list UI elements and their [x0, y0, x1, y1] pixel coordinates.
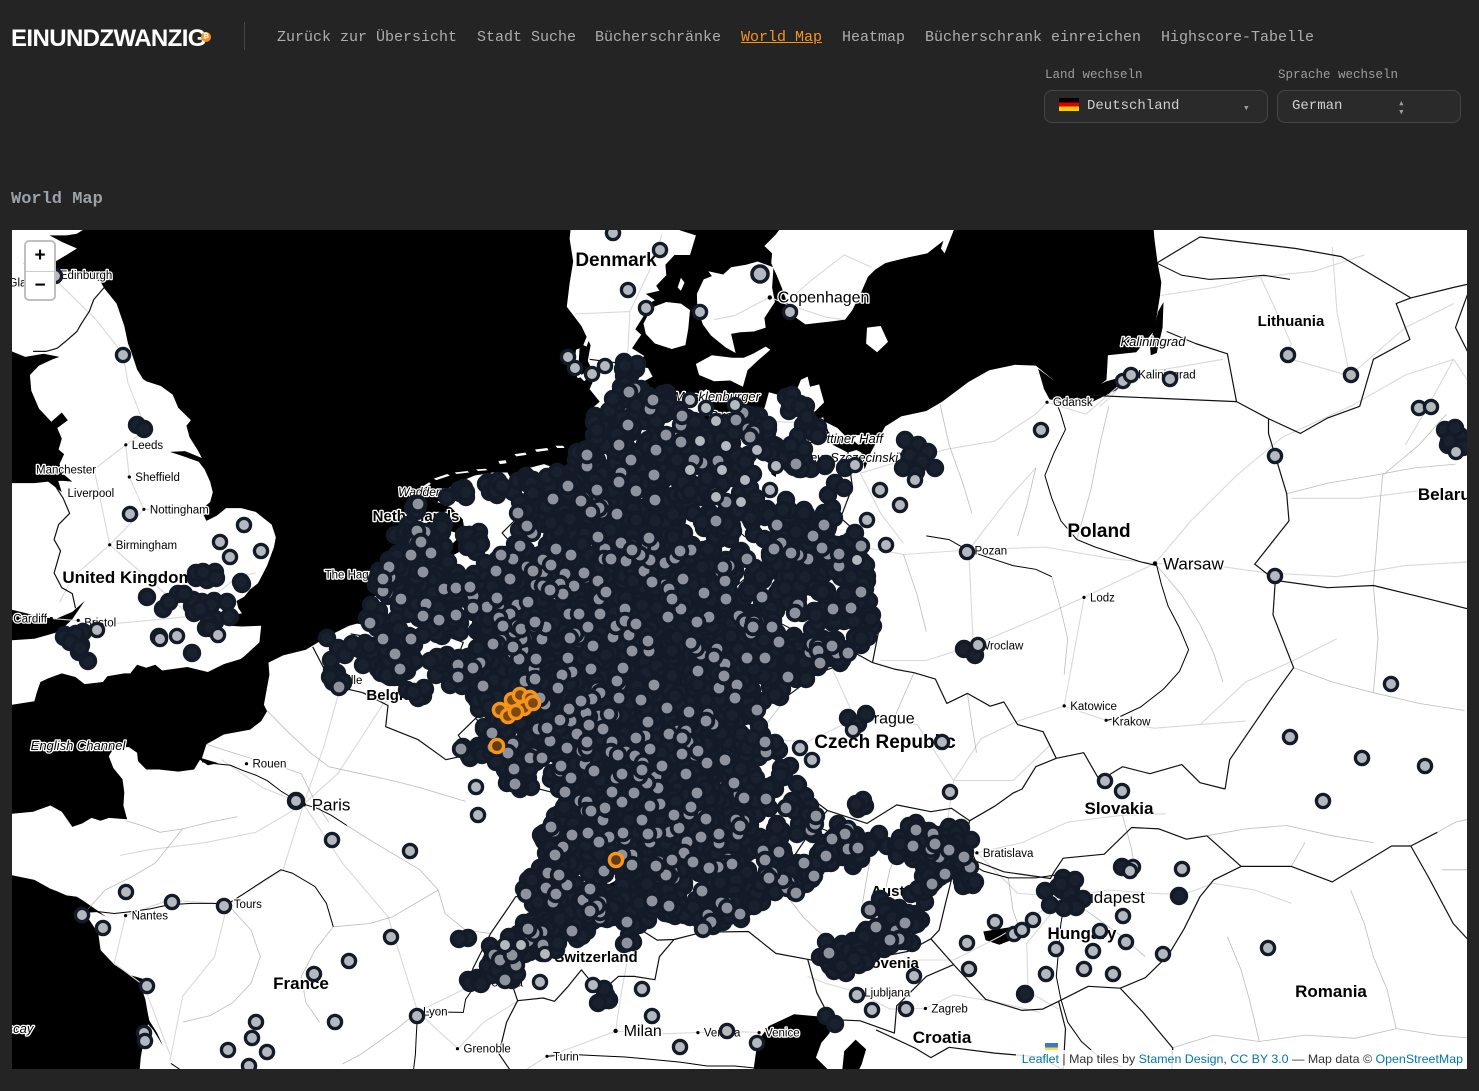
svg-text:Liverpool: Liverpool — [68, 488, 115, 500]
svg-text:Belarus: Belarus — [1418, 485, 1467, 504]
svg-text:Slovakia: Slovakia — [1085, 799, 1155, 818]
svg-text:Zagreb: Zagreb — [931, 1004, 967, 1016]
svg-text:Croatia: Croatia — [913, 1028, 972, 1047]
svg-text:Cardiff: Cardiff — [13, 614, 47, 626]
svg-text:Milan: Milan — [624, 1023, 662, 1040]
svg-text:Tours: Tours — [234, 899, 262, 911]
svg-text:Lyon: Lyon — [423, 1007, 448, 1019]
svg-text:Romania: Romania — [1295, 982, 1367, 1001]
svg-text:Denmark: Denmark — [575, 250, 657, 271]
svg-text:Lithuania: Lithuania — [1258, 313, 1325, 330]
svg-text:Ljubljana: Ljubljana — [864, 987, 911, 999]
svg-text:Edinburgh: Edinburgh — [60, 270, 112, 282]
svg-text:Nottingham: Nottingham — [150, 504, 209, 516]
svg-text:Rouen: Rouen — [253, 759, 287, 771]
svg-text:Pozan: Pozan — [975, 545, 1008, 557]
svg-text:Kaliningrad: Kaliningrad — [1120, 334, 1186, 349]
svg-text:United Kingdom: United Kingdom — [62, 568, 193, 587]
svg-text:Lodz: Lodz — [1090, 592, 1115, 604]
svg-text:Katowice: Katowice — [1070, 701, 1117, 713]
svg-text:Paris: Paris — [312, 795, 351, 814]
svg-text:Sheffield: Sheffield — [135, 472, 180, 484]
svg-text:Krakow: Krakow — [1112, 716, 1151, 728]
svg-text:Turin: Turin — [553, 1051, 579, 1063]
svg-text:Nantes: Nantes — [132, 911, 169, 923]
svg-text:English Channel: English Channel — [31, 738, 127, 753]
svg-text:Leeds: Leeds — [132, 440, 164, 452]
svg-text:Poland: Poland — [1067, 521, 1130, 542]
svg-text:Bay of Biscay: Bay of Biscay — [12, 1021, 35, 1036]
svg-text:Gdansk: Gdansk — [1053, 397, 1093, 409]
svg-text:Birmingham: Birmingham — [116, 540, 177, 552]
svg-text:Manchester: Manchester — [36, 465, 96, 477]
svg-text:Warsaw: Warsaw — [1163, 554, 1224, 573]
svg-text:Bratislava: Bratislava — [983, 848, 1034, 860]
svg-text:Grenoble: Grenoble — [464, 1044, 511, 1056]
svg-text:Venice: Venice — [765, 1028, 800, 1040]
